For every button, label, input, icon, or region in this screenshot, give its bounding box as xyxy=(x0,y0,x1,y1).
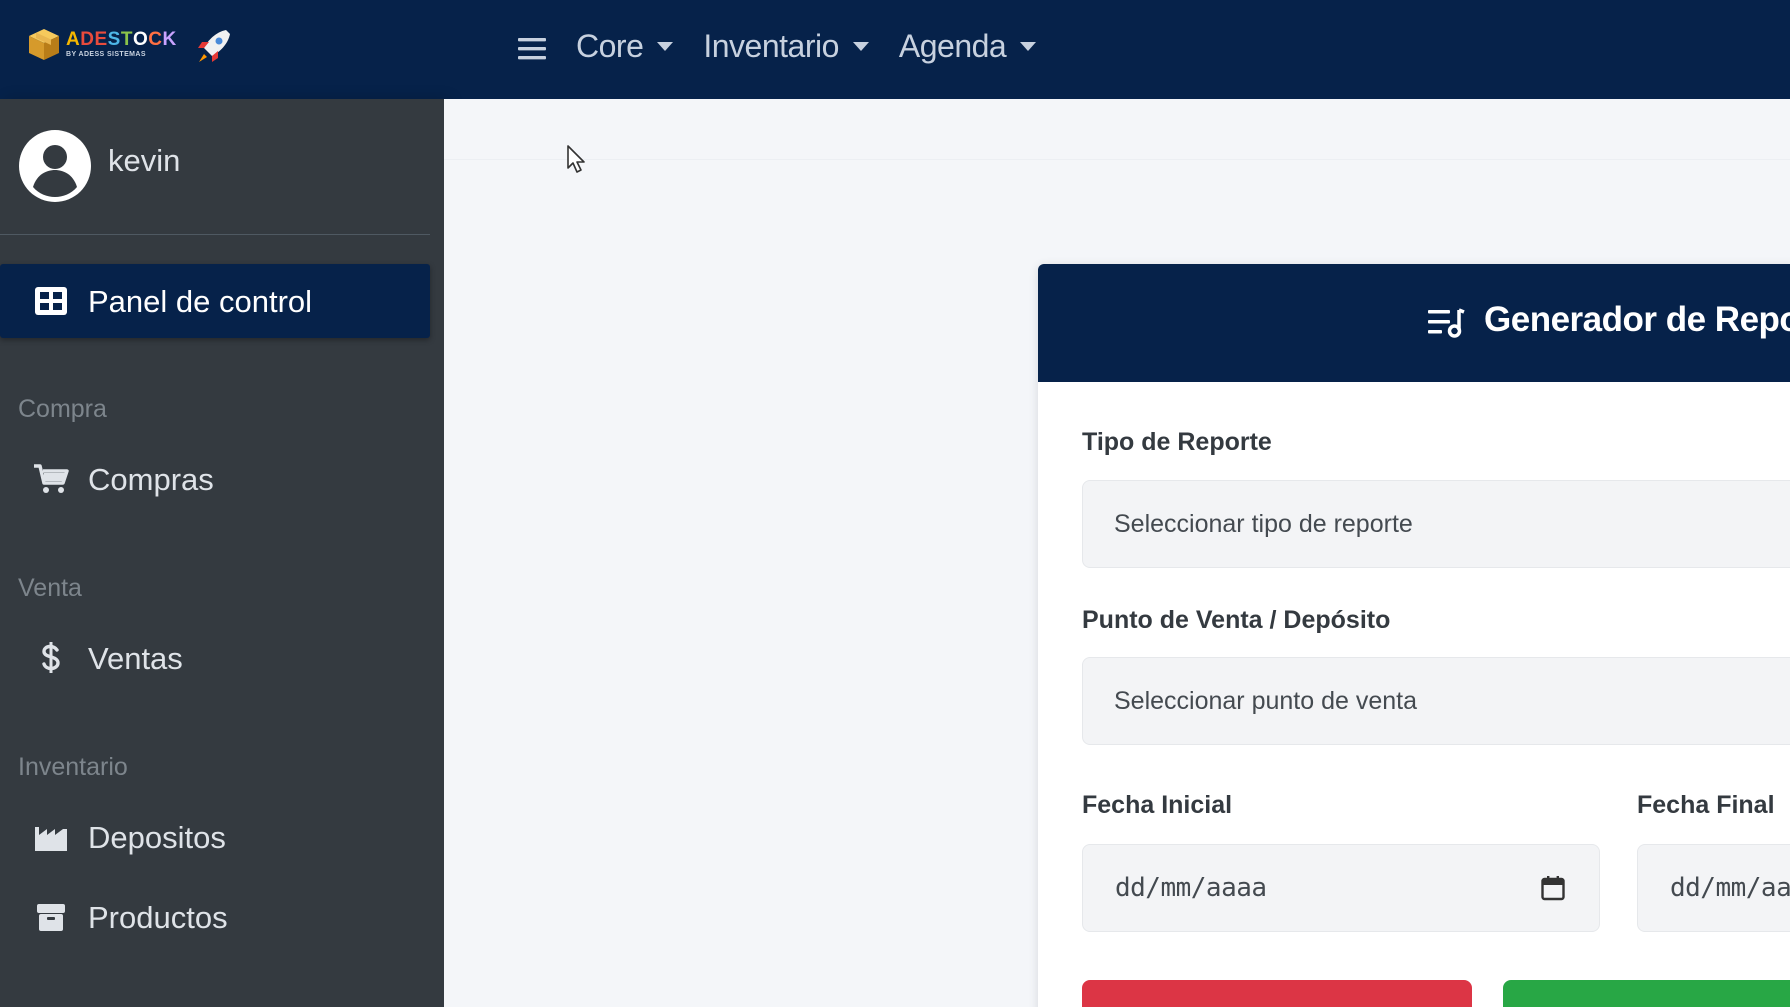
brand-letter: DE xyxy=(80,29,108,50)
brand-name: ADESTOCK xyxy=(66,30,177,49)
nav-dropdown-core[interactable]: Core xyxy=(576,28,674,65)
caret-down-icon xyxy=(1020,42,1037,51)
grid-icon xyxy=(35,287,67,315)
fecha-final-label: Fecha Final xyxy=(1637,791,1775,819)
user-name: kevin xyxy=(108,143,181,178)
box-logo-icon xyxy=(29,29,59,60)
sidebar-item-label: Compras xyxy=(88,462,214,497)
brand-subtitle: BY ADESS SISTEMAS xyxy=(66,51,146,58)
brand-wordmark: ADESTOCK BY ADESS SISTEMAS xyxy=(66,30,177,58)
brand-letter: O xyxy=(132,29,149,50)
sidebar-header-compra: Compra xyxy=(18,395,107,423)
brand-letter: T xyxy=(120,29,133,50)
card-header: Generador de Reportes xyxy=(1038,264,1790,382)
sidebar-item-depositos[interactable]: Depositos xyxy=(0,800,430,874)
sidebar-item-compras[interactable]: Compras xyxy=(0,442,430,516)
fecha-inicial-value: dd/mm/aaaa xyxy=(1115,873,1267,903)
fecha-inicial-label: Fecha Inicial xyxy=(1082,791,1233,819)
fecha-inicial-input[interactable]: dd/mm/aaaa xyxy=(1082,844,1600,932)
top-navbar: ADESTOCK BY ADESS SISTEMAS Core Inventar… xyxy=(0,0,1790,99)
caret-down-icon xyxy=(657,42,674,51)
brand-letter: C xyxy=(148,29,163,50)
calendar-icon[interactable] xyxy=(1541,875,1565,901)
sidebar-item-label: Depositos xyxy=(88,820,226,855)
tipo-reporte-label: Tipo de Reporte xyxy=(1082,428,1272,456)
brand-letter: A xyxy=(66,29,81,50)
punto-venta-label: Punto de Venta / Depósito xyxy=(1082,606,1391,634)
sidebar-header-inventario: Inventario xyxy=(18,753,128,781)
content-divider xyxy=(444,159,1790,160)
sidebar-item-panel-de-control[interactable]: Panel de control xyxy=(0,264,430,338)
green-action-button[interactable] xyxy=(1503,980,1790,1007)
card-title: Generador de Reportes xyxy=(1484,300,1790,339)
rocket-icon xyxy=(198,30,230,62)
nav-dropdown-inventario[interactable]: Inventario xyxy=(703,28,869,65)
sidebar-item-label: Productos xyxy=(88,900,228,935)
nav-dropdown-agenda[interactable]: Agenda xyxy=(898,28,1037,65)
fecha-final-input[interactable]: dd/mm/aaaa xyxy=(1637,844,1790,932)
sidebar-item-label: Ventas xyxy=(88,641,183,676)
dollar-icon xyxy=(42,642,60,673)
caret-down-icon xyxy=(852,42,869,51)
mouse-cursor-icon xyxy=(567,145,585,173)
hamburger-menu-icon[interactable] xyxy=(516,34,548,64)
red-action-button[interactable] xyxy=(1082,980,1472,1007)
punto-venta-select[interactable]: Seleccionar punto de venta xyxy=(1082,657,1790,745)
nav-label: Inventario xyxy=(703,28,839,64)
punto-venta-value: Seleccionar punto de venta xyxy=(1114,686,1417,715)
box-icon xyxy=(37,904,65,931)
user-avatar-icon xyxy=(19,130,91,202)
list-music-icon xyxy=(1428,308,1465,338)
brand-letter: K xyxy=(162,29,177,50)
cart-icon xyxy=(34,464,69,493)
fecha-final-value: dd/mm/aaaa xyxy=(1670,873,1790,903)
sidebar: kevin Panel de control Compra Compras Ve… xyxy=(0,99,444,1007)
tipo-reporte-select[interactable]: Seleccionar tipo de reporte xyxy=(1082,480,1790,568)
user-panel[interactable]: kevin xyxy=(0,99,430,235)
brand-logo[interactable]: ADESTOCK BY ADESS SISTEMAS xyxy=(26,26,177,62)
report-generator-card: Generador de Reportes Tipo de Reporte Se… xyxy=(1038,264,1790,1007)
brand-letter: S xyxy=(107,29,121,50)
warehouse-icon xyxy=(35,827,67,851)
nav-label: Agenda xyxy=(898,28,1007,64)
sidebar-header-venta: Venta xyxy=(18,574,82,602)
nav-label: Core xyxy=(576,28,644,64)
sidebar-item-productos[interactable]: Productos xyxy=(0,880,430,954)
tipo-reporte-value: Seleccionar tipo de reporte xyxy=(1114,509,1413,538)
sidebar-item-label: Panel de control xyxy=(88,284,313,319)
top-nav-menu: Core Inventario Agenda xyxy=(576,28,1037,65)
sidebar-item-ventas[interactable]: Ventas xyxy=(0,621,430,695)
